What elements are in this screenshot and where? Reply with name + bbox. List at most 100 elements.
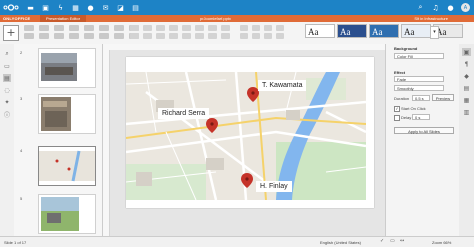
group-icon[interactable] bbox=[264, 25, 272, 31]
align-center-icon[interactable] bbox=[195, 25, 204, 31]
bell-icon[interactable]: ♫ bbox=[431, 3, 440, 12]
chat-icon[interactable]: ◌ bbox=[3, 86, 11, 94]
fit-slide-icon[interactable]: ▭ bbox=[390, 239, 395, 244]
shape-icon[interactable] bbox=[208, 33, 217, 39]
duration-input[interactable]: 0.5 s bbox=[412, 95, 430, 101]
zoom-level[interactable]: Zoom 66% bbox=[432, 240, 451, 245]
italic-icon[interactable] bbox=[99, 25, 109, 31]
font-size-icon[interactable] bbox=[39, 33, 49, 39]
justify-icon[interactable] bbox=[221, 25, 230, 31]
slide-thumbnail[interactable] bbox=[38, 194, 96, 234]
slide-thumbnail[interactable] bbox=[38, 48, 96, 88]
slide-size-icon[interactable] bbox=[276, 25, 284, 31]
tab-presentation-editor[interactable]: Presentation Editor bbox=[40, 15, 87, 22]
slide-settings-icon[interactable]: ▣ bbox=[462, 48, 471, 56]
paste-icon[interactable] bbox=[39, 25, 49, 31]
chart-settings-icon[interactable]: ▥ bbox=[462, 108, 471, 116]
nextcloud-logo-icon[interactable] bbox=[3, 3, 19, 12]
add-slide-button[interactable]: + bbox=[3, 25, 19, 41]
comments-icon[interactable]: ▭ bbox=[3, 62, 11, 70]
layout-icon[interactable] bbox=[252, 33, 260, 39]
onlyoffice-brand: ONLYOFFICE bbox=[3, 16, 31, 21]
spellcheck-icon[interactable]: ✓ bbox=[380, 239, 385, 244]
about-icon[interactable]: ⓘ bbox=[3, 110, 11, 119]
mail-icon[interactable]: ✉ bbox=[101, 3, 110, 12]
calendar-icon[interactable]: ▦ bbox=[71, 3, 80, 12]
line-spacing-icon[interactable] bbox=[130, 33, 139, 39]
redo-icon[interactable] bbox=[69, 25, 79, 31]
copy-icon[interactable] bbox=[24, 25, 34, 31]
deck-icon[interactable]: ◪ bbox=[116, 3, 125, 12]
apply-all-slides-button[interactable]: Apply to All Slides bbox=[394, 127, 454, 134]
office-icon[interactable]: ▤ bbox=[131, 3, 140, 12]
superscript-icon[interactable] bbox=[84, 33, 94, 39]
outdent-icon[interactable] bbox=[169, 25, 178, 31]
delay-checkbox[interactable] bbox=[394, 115, 400, 121]
editor-tabs: Presentation Editor bbox=[40, 15, 87, 22]
theme-2[interactable]: Aa bbox=[337, 24, 367, 38]
align-left-icon[interactable] bbox=[182, 25, 191, 31]
undo-icon[interactable] bbox=[54, 25, 64, 31]
font-select-icon[interactable] bbox=[24, 33, 34, 39]
delay-input[interactable]: 0 s bbox=[412, 114, 430, 120]
background-fill-select[interactable]: Color Fill bbox=[394, 53, 444, 59]
text-settings-icon[interactable]: ¶ bbox=[462, 60, 471, 68]
image-icon[interactable]: ▣ bbox=[41, 3, 50, 12]
select-all-icon[interactable] bbox=[276, 33, 284, 39]
underline-icon[interactable] bbox=[114, 25, 124, 31]
search-icon[interactable]: ⌕ bbox=[416, 3, 425, 12]
clear-icon[interactable] bbox=[114, 33, 124, 39]
theme-3[interactable]: Aa bbox=[369, 24, 399, 38]
theme-1[interactable]: Aa bbox=[305, 24, 335, 38]
nextcloud-header: ▬ ▣ ϟ ▦ ● ✉ ◪ ▤ ⌕ ♫ ● A bbox=[0, 0, 474, 15]
table-icon[interactable] bbox=[169, 33, 178, 39]
slide-settings-panel: Background Color Fill Effect Fade Smooth… bbox=[385, 44, 460, 236]
duration-label: Duration bbox=[394, 96, 410, 101]
delay-label: Delay bbox=[401, 115, 412, 120]
highlight-icon[interactable] bbox=[69, 33, 79, 39]
align-right-icon[interactable] bbox=[208, 25, 217, 31]
contacts-menu-icon[interactable]: ● bbox=[446, 3, 455, 12]
bold-icon[interactable] bbox=[84, 25, 94, 31]
shape-settings-icon[interactable]: ◆ bbox=[462, 72, 471, 80]
textbox-icon[interactable] bbox=[221, 33, 230, 39]
preview-button[interactable]: Preview bbox=[432, 94, 454, 101]
plugin-icon[interactable]: ✦ bbox=[3, 98, 11, 106]
color-scheme-icon[interactable] bbox=[240, 33, 248, 39]
contacts-icon[interactable]: ● bbox=[86, 3, 95, 12]
slide-thumbnail-selected[interactable] bbox=[38, 146, 96, 186]
effect-select[interactable]: Fade bbox=[394, 76, 444, 82]
user-label[interactable]: Slt in Infrastructure bbox=[414, 16, 448, 21]
folder-icon[interactable]: ▬ bbox=[26, 3, 35, 12]
align-shape-icon[interactable] bbox=[252, 25, 260, 31]
fit-width-icon[interactable]: ↔ bbox=[400, 239, 405, 244]
avatar[interactable]: A bbox=[461, 3, 470, 12]
language-selector[interactable]: English (United States) bbox=[320, 240, 361, 245]
start-on-click-checkbox[interactable]: ✓ bbox=[394, 106, 400, 112]
search-icon[interactable]: ⌕ bbox=[3, 50, 11, 58]
subscript-icon[interactable] bbox=[99, 33, 109, 39]
chart-icon[interactable] bbox=[195, 33, 204, 39]
columns-icon[interactable] bbox=[143, 33, 152, 39]
pulse-icon[interactable]: ϟ bbox=[56, 3, 65, 12]
image-insert-icon[interactable] bbox=[182, 33, 191, 39]
effect-title: Effect bbox=[394, 70, 406, 75]
bullets-icon[interactable] bbox=[130, 25, 139, 31]
map-image[interactable]: T. Kawamata Richard Serra H. Finlay bbox=[126, 72, 366, 200]
arrange-icon[interactable] bbox=[240, 25, 248, 31]
slide-count: Slide 1 of 17 bbox=[4, 240, 27, 245]
image-settings-icon[interactable]: ▤ bbox=[462, 84, 471, 92]
font-color-icon[interactable] bbox=[54, 33, 64, 39]
slides-icon[interactable]: ▤ bbox=[3, 74, 11, 82]
reset-icon[interactable] bbox=[264, 33, 272, 39]
indent-icon[interactable] bbox=[156, 25, 165, 31]
theme-4[interactable]: Aa bbox=[401, 24, 431, 38]
valign-icon[interactable] bbox=[156, 33, 165, 39]
slide-number: 4 bbox=[20, 148, 23, 153]
effect-type-select[interactable]: Smoothly bbox=[394, 85, 444, 91]
slide-thumbnail[interactable] bbox=[38, 94, 96, 134]
numbering-icon[interactable] bbox=[143, 25, 152, 31]
theme-expand-button[interactable]: ▾ bbox=[430, 26, 439, 39]
table-settings-icon[interactable]: ▦ bbox=[462, 96, 471, 104]
left-sidebar: ⌕ ▭ ▤ ◌ ✦ ⓘ bbox=[0, 44, 15, 236]
